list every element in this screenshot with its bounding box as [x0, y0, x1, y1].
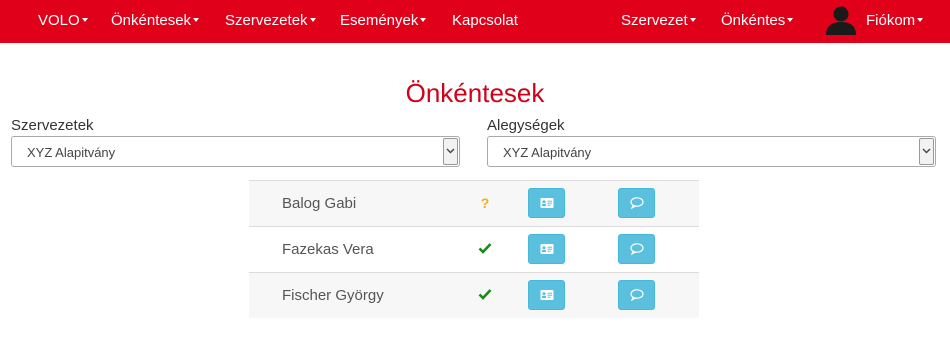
message-bubble-icon — [629, 243, 644, 255]
message-button[interactable] — [618, 280, 655, 310]
nav-item-volunteer[interactable]: Önkéntes — [721, 0, 794, 43]
message-bubble-icon — [629, 289, 644, 301]
nav-item-account[interactable]: Fiókom — [866, 0, 924, 43]
profile-button[interactable] — [528, 188, 565, 218]
nav-item-organization[interactable]: Szervezet — [621, 0, 696, 43]
units-filter-label: Alegységek — [487, 117, 565, 134]
top-navbar: VOLO Önkéntesek Szervezetek Események Ka… — [0, 0, 950, 43]
table-row: Fazekas Vera — [249, 226, 699, 272]
nav-brand-volo[interactable]: VOLO — [38, 0, 88, 43]
profile-card-icon — [540, 244, 553, 254]
nav-brand-label: VOLO — [38, 12, 80, 29]
chevron-down-icon[interactable] — [443, 138, 458, 165]
caret-down-icon — [689, 18, 696, 23]
organizations-filter-label: Szervezetek — [11, 117, 94, 134]
nav-item-volunteers[interactable]: Önkéntesek — [111, 0, 200, 43]
checkmark-icon — [478, 287, 492, 303]
organizations-select-value: XYZ Alapitvány — [27, 145, 116, 160]
table-row: Balog Gabi ? — [249, 180, 699, 226]
message-bubble-icon — [629, 197, 644, 209]
nav-item-label: Önkéntes — [721, 12, 786, 29]
nav-item-organizations[interactable]: Szervezetek — [225, 0, 316, 43]
question-mark-icon: ? — [480, 195, 490, 211]
nav-item-label: Fiókom — [866, 12, 916, 29]
message-button[interactable] — [618, 234, 655, 264]
volunteer-name: Fischer György — [282, 287, 384, 304]
profile-card-icon — [540, 290, 553, 300]
chevron-down-icon[interactable] — [919, 138, 934, 165]
caret-down-icon — [309, 18, 316, 23]
volunteer-name: Fazekas Vera — [282, 241, 374, 258]
table-row: Fischer György — [249, 272, 699, 318]
caret-down-icon — [917, 18, 924, 23]
caret-down-icon — [420, 18, 427, 23]
caret-down-icon — [787, 18, 794, 23]
message-button[interactable] — [618, 188, 655, 218]
organizations-select[interactable]: XYZ Alapitvány — [11, 136, 460, 167]
volunteer-name: Balog Gabi — [282, 195, 357, 212]
volunteer-table: Balog Gabi ? Fazekas Vera Fischer György — [249, 180, 699, 318]
nav-item-label: Önkéntesek — [111, 12, 192, 29]
nav-item-label: Szervezetek — [225, 12, 308, 29]
units-select[interactable]: XYZ Alapitvány — [487, 136, 936, 167]
nav-item-events[interactable]: Események — [340, 0, 427, 43]
caret-down-icon — [81, 18, 88, 23]
profile-button[interactable] — [528, 234, 565, 264]
nav-item-label: Szervezet — [621, 12, 688, 29]
profile-card-icon — [540, 198, 553, 208]
nav-item-contact[interactable]: Kapcsolat — [452, 0, 518, 43]
page-title: Önkéntesek — [405, 78, 545, 108]
user-icon[interactable] — [825, 5, 857, 35]
units-select-value: XYZ Alapitvány — [503, 145, 592, 160]
caret-down-icon — [193, 18, 200, 23]
nav-item-label: Események — [340, 12, 419, 29]
nav-item-label: Kapcsolat — [452, 12, 518, 29]
checkmark-icon — [478, 241, 492, 257]
profile-button[interactable] — [528, 280, 565, 310]
